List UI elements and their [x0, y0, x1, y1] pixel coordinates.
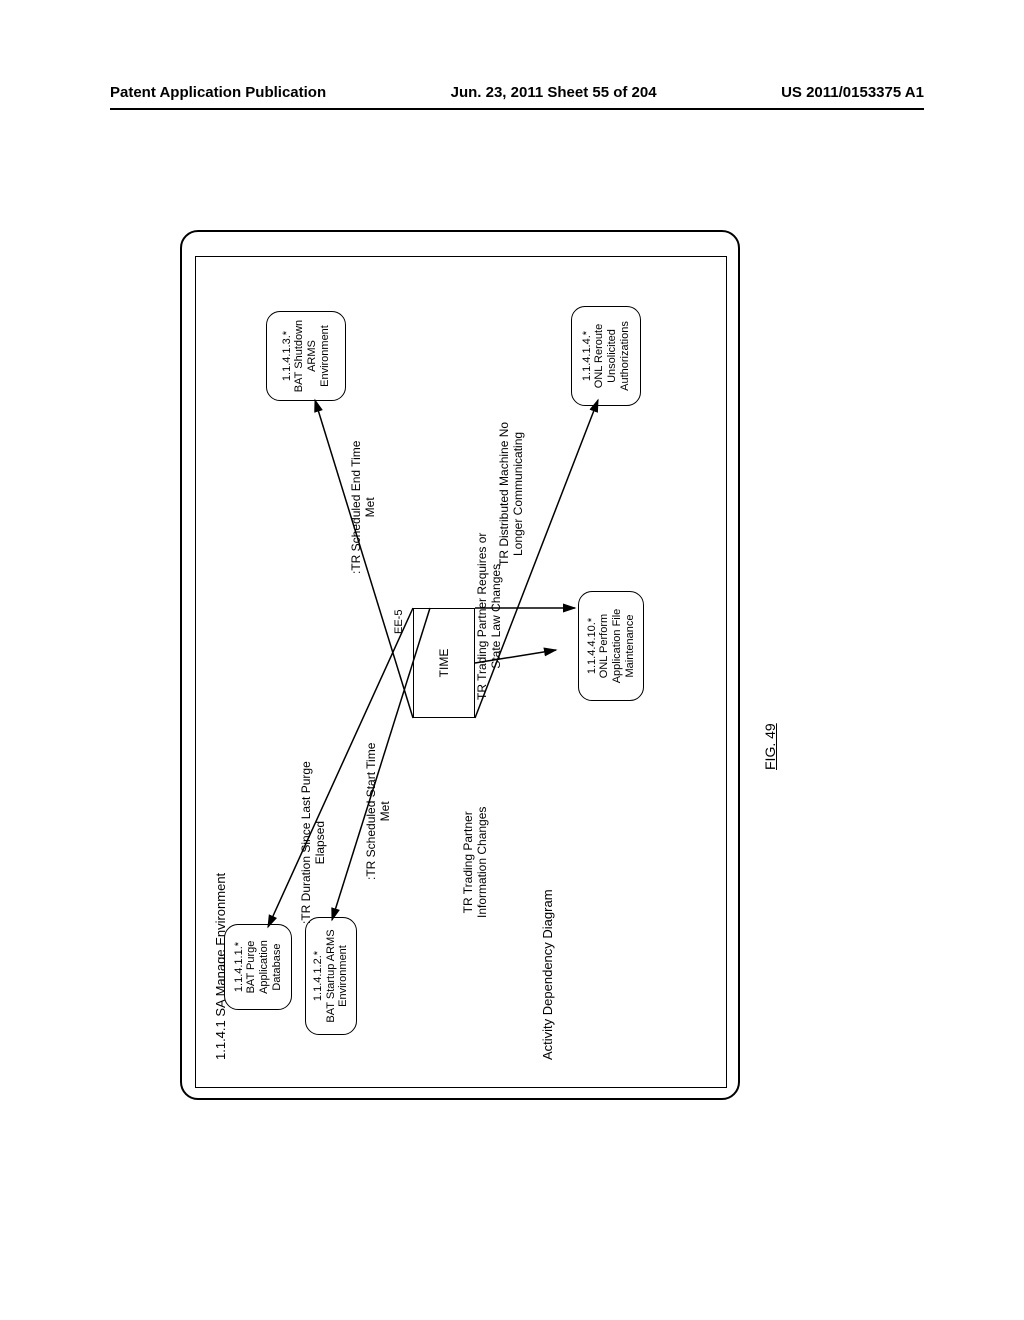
- activity-onl-reroute: 1.1.4.1.4.* ONL Reroute Unsolicited Auth…: [571, 306, 641, 406]
- header-center: Jun. 23, 2011 Sheet 55 of 204: [451, 84, 657, 101]
- figure-label: FIG. 49: [762, 723, 778, 770]
- transition-distributed-no-comm: TR Distributed Machine No Longer Communi…: [498, 422, 526, 566]
- transition-start-met: :TR Scheduled Start Time Met: [365, 743, 393, 880]
- activity-bat-startup: 1.1.4.1.2.* BAT Startup ARMS Environment: [305, 917, 357, 1035]
- transition-end-met: :TR Scheduled End Time Met: [350, 441, 378, 574]
- page-header: Patent Application Publication Jun. 23, …: [110, 84, 924, 101]
- time-node: TIME: [413, 608, 475, 718]
- patent-page: Patent Application Publication Jun. 23, …: [0, 0, 1024, 1320]
- dependency-title: Activity Dependency Diagram: [540, 889, 555, 1060]
- activity-onl-maintenance: 1.1.4.4.10.* ONL Perform Application Fil…: [578, 591, 644, 701]
- time-node-ee: EE-5: [393, 610, 405, 634]
- transition-purge-elapsed: :TR Duration Since Last Purge Elapsed: [300, 761, 328, 924]
- header-right: US 2011/0153375 A1: [781, 84, 924, 101]
- activity-bat-shutdown: 1.1.4.1.3.* BAT Shutdown ARMS Environmen…: [266, 311, 346, 401]
- transition-trading-info: TR Trading Partner Information Changes: [462, 807, 490, 918]
- header-left: Patent Application Publication: [110, 84, 326, 101]
- header-rule: [110, 108, 924, 110]
- time-node-label: TIME: [437, 649, 451, 678]
- activity-bat-purge: 1.1.4.1.1.* BAT Purge Application Databa…: [224, 924, 292, 1010]
